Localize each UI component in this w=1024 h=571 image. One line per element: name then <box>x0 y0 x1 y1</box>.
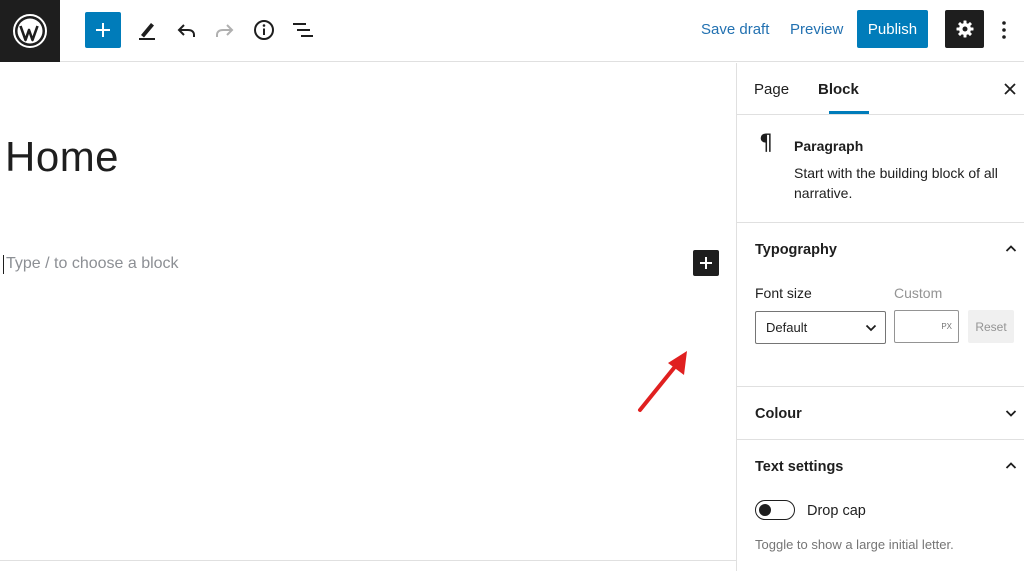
drop-cap-label: Drop cap <box>807 503 866 519</box>
publish-button[interactable]: Publish <box>857 10 928 48</box>
typography-panel: Typography Font size Custom Default PX R… <box>737 223 1024 387</box>
save-draft-button[interactable]: Save draft <box>701 20 769 40</box>
unit-label: PX <box>941 322 952 331</box>
more-vertical-icon <box>1002 21 1006 39</box>
wordpress-icon <box>13 14 47 48</box>
text-caret <box>3 255 4 274</box>
annotation-arrow-icon <box>638 351 687 412</box>
plus-icon <box>96 23 110 37</box>
chevron-up-icon[interactable] <box>1005 460 1017 472</box>
chevron-down-icon <box>865 324 877 332</box>
custom-size-input[interactable]: PX <box>894 310 959 343</box>
chevron-up-icon[interactable] <box>1005 243 1017 255</box>
undo-icon <box>177 24 195 37</box>
custom-size-label: Custom <box>894 285 943 301</box>
gear-icon <box>956 20 973 38</box>
editor-header: Save draft Preview Publish <box>0 0 1024 62</box>
close-sidebar-button[interactable] <box>1002 79 1018 99</box>
settings-sidebar: Page Block ¶ Paragraph Start with the bu… <box>736 63 1024 571</box>
add-block-button[interactable] <box>85 12 121 48</box>
details-button[interactable] <box>246 12 282 48</box>
block-name: Paragraph <box>794 138 864 154</box>
tools-button[interactable] <box>129 12 165 48</box>
active-tab-indicator <box>829 111 869 114</box>
pencil-icon <box>139 23 155 40</box>
wordpress-logo[interactable] <box>0 0 60 62</box>
block-description: Start with the building block of all nar… <box>794 165 998 201</box>
redo-icon <box>216 24 234 37</box>
tab-block[interactable]: Block <box>818 80 859 100</box>
redo-button[interactable] <box>207 12 243 48</box>
settings-button[interactable] <box>945 10 984 48</box>
drop-cap-toggle[interactable] <box>755 500 795 520</box>
colour-panel-toggle[interactable]: Colour <box>755 405 802 423</box>
font-size-select[interactable]: Default <box>755 311 886 344</box>
sidebar-tabs: Page Block <box>737 63 1024 115</box>
pilcrow-icon: ¶ <box>759 131 773 156</box>
editor-canvas: Home Type / to choose a block <box>0 63 736 571</box>
undo-button[interactable] <box>168 12 204 48</box>
page-title[interactable]: Home <box>5 133 119 181</box>
chevron-down-icon[interactable] <box>1005 407 1017 419</box>
text-settings-panel: Text settings Drop cap Toggle to show a … <box>737 440 1024 571</box>
close-icon <box>1004 83 1016 95</box>
footer-divider <box>0 560 736 561</box>
info-icon <box>254 20 274 40</box>
reset-button[interactable]: Reset <box>968 310 1014 343</box>
block-placeholder[interactable]: Type / to choose a block <box>6 254 179 274</box>
typography-panel-toggle[interactable]: Typography <box>755 241 837 259</box>
colour-panel: Colour <box>737 387 1024 440</box>
font-size-label: Font size <box>755 285 812 301</box>
options-menu-button[interactable] <box>994 18 1014 42</box>
list-view-icon <box>293 23 313 37</box>
preview-button[interactable]: Preview <box>790 20 843 40</box>
list-view-button[interactable] <box>285 12 321 48</box>
block-card: ¶ Paragraph Start with the building bloc… <box>737 115 1024 223</box>
drop-cap-help: Toggle to show a large initial letter. <box>755 537 954 552</box>
toggle-knob <box>759 504 771 516</box>
text-settings-panel-toggle[interactable]: Text settings <box>755 458 843 476</box>
plus-icon <box>700 257 712 269</box>
tab-page[interactable]: Page <box>754 80 789 100</box>
add-block-inline-button[interactable] <box>693 250 719 276</box>
font-size-value: Default <box>766 320 808 335</box>
